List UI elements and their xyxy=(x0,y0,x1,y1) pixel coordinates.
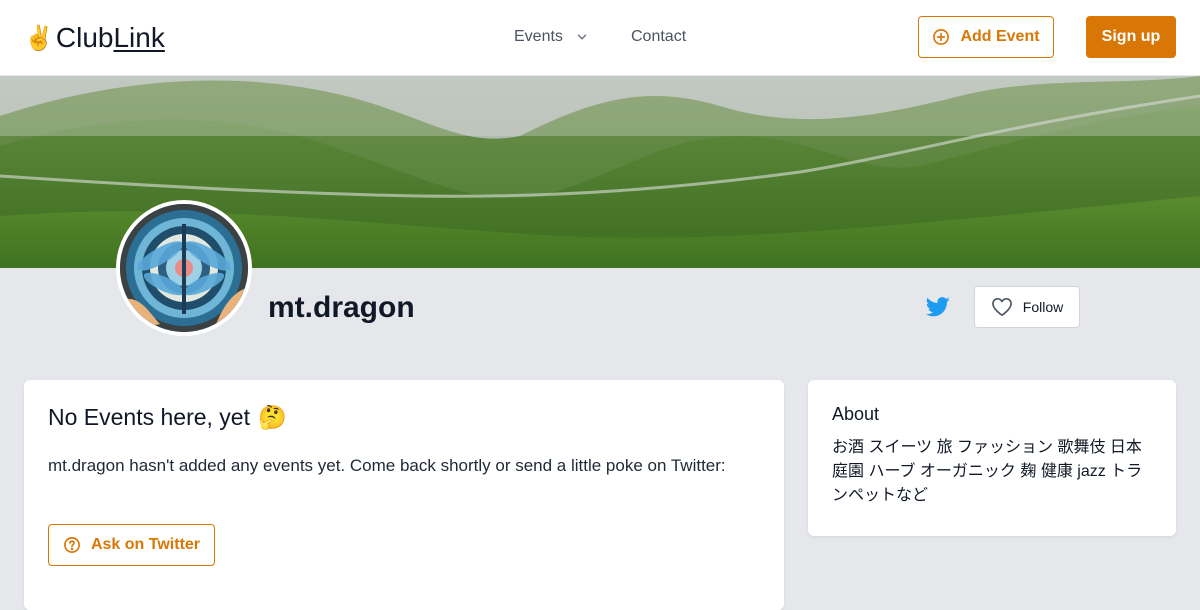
clublink-logo[interactable]: ✌️ Club Link xyxy=(24,20,165,56)
profile-name: mt.dragon xyxy=(268,291,415,324)
peace-hand-icon: ✌️ xyxy=(24,24,54,52)
nav-contact-link[interactable]: Contact xyxy=(631,26,686,48)
logo-text-club: Club xyxy=(55,22,114,53)
thinking-face-icon: 🤔 xyxy=(258,404,287,430)
add-event-label: Add Event xyxy=(960,28,1040,45)
about-title: About xyxy=(832,404,880,424)
add-event-button[interactable]: Add Event xyxy=(918,16,1054,58)
follow-label: Follow xyxy=(1022,299,1064,315)
twitter-icon xyxy=(925,297,950,317)
nav-events-dropdown[interactable]: Events xyxy=(514,26,589,48)
dragonfly-avatar-image xyxy=(120,204,248,332)
chevron-down-icon xyxy=(577,34,587,40)
about-text: お酒 スイーツ 旅 ファッション 歌舞伎 日本庭園 ハーブ オーガニック 麹 健… xyxy=(832,439,1143,504)
about-card: About お酒 スイーツ 旅 ファッション 歌舞伎 日本庭園 ハーブ オーガニ… xyxy=(808,380,1176,536)
events-card: No Events here, yet 🤔 mt.dragon hasn't a… xyxy=(24,380,784,610)
ask-on-twitter-button[interactable]: Ask on Twitter xyxy=(48,524,215,566)
nav-events-label: Events xyxy=(514,28,563,45)
plus-circle-icon xyxy=(933,29,950,45)
ask-on-twitter-label: Ask on Twitter xyxy=(90,536,201,553)
signup-button[interactable]: Sign up xyxy=(1086,16,1176,58)
heart-icon xyxy=(991,298,1012,316)
events-empty-title: No Events here, yet 🤔 xyxy=(48,404,287,431)
twitter-profile-link[interactable] xyxy=(925,296,950,318)
events-title-text: No Events here, yet xyxy=(48,404,250,430)
site-header: ✌️ Club Link Events Contact Add Event Si… xyxy=(0,0,1200,76)
profile-avatar xyxy=(116,200,252,336)
events-empty-message: mt.dragon hasn't added any events yet. C… xyxy=(48,456,726,475)
follow-button[interactable]: Follow xyxy=(974,286,1080,328)
logo-text-link: Link xyxy=(113,22,165,53)
question-circle-icon xyxy=(64,537,80,553)
